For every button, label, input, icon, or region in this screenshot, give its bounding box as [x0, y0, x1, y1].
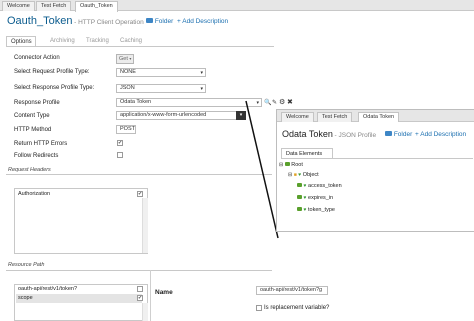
tree-object[interactable]: ⊟ ■ ♥ Object	[288, 172, 319, 178]
collapse-icon[interactable]: ⊟	[288, 172, 292, 178]
list-item[interactable]: oauth-api/rest/v1/token?	[18, 286, 77, 292]
resource-path-label: Resource Path	[8, 262, 45, 268]
request-headers-list: Authorization	[14, 188, 148, 254]
tab-welcome[interactable]: Welcome	[281, 112, 314, 122]
popup-tab-bar: Welcome Test Fetch Odata Token	[277, 110, 474, 122]
folder-label: Folder	[154, 18, 174, 25]
chevron-down-icon: ▾	[129, 56, 132, 61]
header-row-checkbox[interactable]	[137, 191, 143, 197]
replacement-variable-checkbox[interactable]	[256, 305, 262, 311]
return-http-errors-label: Return HTTP Errors	[14, 141, 68, 147]
http-method-value: POST	[120, 126, 135, 132]
return-http-errors-checkbox[interactable]	[117, 140, 123, 146]
chevron-down-icon: ▾	[200, 86, 203, 92]
collapse-icon[interactable]: ⊟	[279, 162, 283, 168]
name-label: Name	[155, 289, 173, 296]
name-input[interactable]: oauth-api/rest/v1/token?g	[256, 286, 328, 295]
heart-icon: ♥	[303, 195, 307, 201]
response-profile-type-select[interactable]: JSON ▾	[116, 84, 206, 93]
tree-field-expires-in[interactable]: ♥ expires_in	[297, 195, 333, 201]
scrollbar[interactable]	[142, 198, 148, 253]
tab-caching[interactable]: Caching	[120, 38, 142, 44]
list-item: scope	[18, 295, 33, 301]
popup-tabs-divider	[281, 158, 473, 159]
request-profile-type-select[interactable]: NONE ▾	[116, 68, 206, 77]
request-profile-type-value: NONE	[120, 69, 136, 75]
http-method-select[interactable]: POST	[116, 125, 136, 134]
tree-field-token-type[interactable]: ♥ token_type	[297, 207, 335, 213]
follow-redirects-label: Follow Redirects	[14, 153, 59, 159]
column-divider	[150, 270, 151, 321]
object-icon: ■	[293, 172, 297, 178]
add-description-link[interactable]: + Add Description	[177, 18, 228, 25]
connector-action-value: Get	[119, 56, 128, 62]
response-profile-label: Response Profile	[14, 100, 60, 106]
tabs-divider	[6, 46, 274, 47]
http-method-label: HTTP Method	[14, 127, 52, 133]
popup-header: Odata Token - JSON Profile	[282, 129, 376, 139]
content-type-select[interactable]: application/x-www-form-urlencoded	[116, 111, 246, 120]
tab-tracking[interactable]: Tracking	[86, 38, 109, 44]
tab-archiving[interactable]: Archiving	[50, 38, 75, 44]
field-icon	[297, 207, 302, 211]
window-tab-bar: Welcome Test Fetch Oauth_Token	[0, 0, 474, 12]
field-icon	[297, 195, 302, 199]
response-profile-type-value: JSON	[120, 85, 135, 91]
folder-icon	[146, 18, 153, 23]
tab-test-fetch[interactable]: Test Fetch	[317, 112, 353, 122]
tree-field-label: access_token	[308, 183, 342, 189]
popup-folder-link[interactable]: Folder	[385, 131, 412, 138]
request-headers-divider	[6, 174, 272, 175]
heart-icon: ♥	[303, 207, 307, 213]
popup-subtitle: - JSON Profile	[334, 132, 377, 139]
tab-test-fetch[interactable]: Test Fetch	[36, 1, 72, 11]
tab-options-label: Options	[11, 39, 32, 45]
json-profile-panel: Welcome Test Fetch Odata Token Odata Tok…	[276, 109, 474, 232]
popup-add-description-link[interactable]: + Add Description	[415, 131, 466, 138]
response-profile-type-label: Select Response Profile Type:	[14, 85, 95, 91]
replacement-variable-label: Is replacement variable?	[264, 305, 330, 311]
tab-data-elements-label: Data Elements	[286, 151, 323, 157]
page-title: Oauth_Token	[7, 15, 73, 27]
folder-icon	[385, 131, 392, 136]
resource-path-list: oauth-api/rest/v1/token? scope	[14, 284, 148, 321]
connector-action-select[interactable]: Get ▾	[116, 54, 135, 64]
path-row-checkbox[interactable]	[137, 286, 143, 292]
tab-odata-token[interactable]: Odata Token	[358, 112, 400, 122]
response-profile-value: Odata Token	[120, 99, 152, 105]
tree-field-label: token_type	[308, 207, 335, 213]
popup-title: Odata Token	[282, 129, 333, 139]
tree-root-label: Root	[291, 162, 303, 168]
content-type-label: Content Type	[14, 113, 50, 119]
tree-field-label: expires_in	[308, 195, 334, 201]
request-profile-type-label: Select Request Profile Type:	[14, 69, 90, 75]
table-row-selected[interactable]: scope	[16, 294, 142, 303]
popup-folder-label: Folder	[393, 131, 413, 138]
content-type-value: application/x-www-form-urlencoded	[120, 112, 207, 118]
list-item[interactable]: Authorization	[18, 191, 50, 197]
heart-icon: ♥	[298, 172, 302, 178]
root-icon	[284, 162, 290, 166]
field-icon	[297, 183, 302, 187]
tab-welcome[interactable]: Welcome	[2, 1, 35, 11]
tree-object-label: Object	[302, 172, 319, 178]
folder-link[interactable]: Folder	[146, 18, 173, 25]
path-row-checkbox[interactable]	[137, 295, 143, 301]
tab-data-elements[interactable]: Data Elements	[281, 148, 333, 158]
tree-field-access-token[interactable]: ♥ access_token	[297, 183, 342, 189]
chevron-down-icon: ▾	[200, 70, 203, 76]
request-headers-label: Request Headers	[8, 167, 51, 173]
follow-redirects-checkbox[interactable]	[117, 152, 123, 158]
close-icon[interactable]: ✖	[287, 98, 293, 106]
tab-options[interactable]: Options	[6, 36, 36, 46]
tree-root[interactable]: ⊟ Root	[279, 162, 303, 168]
heart-icon: ♥	[303, 183, 307, 189]
connector-action-label: Connector Action	[14, 55, 60, 61]
resource-path-divider	[6, 270, 272, 271]
page-subtitle: - HTTP Client Operation	[74, 19, 144, 26]
tab-oauth-token[interactable]: Oauth_Token	[75, 1, 118, 12]
scrollbar[interactable]	[142, 303, 148, 321]
